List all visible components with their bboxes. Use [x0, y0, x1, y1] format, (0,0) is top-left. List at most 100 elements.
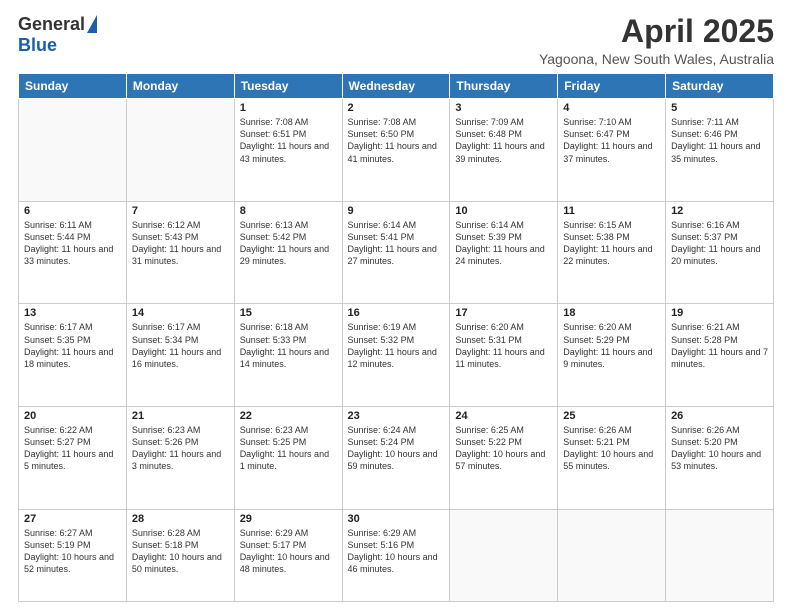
weekday-header-wednesday: Wednesday [342, 74, 450, 99]
day-number: 17 [455, 307, 552, 319]
weekday-header-sunday: Sunday [19, 74, 127, 99]
calendar-cell [666, 509, 774, 601]
month-title: April 2025 [539, 14, 774, 49]
logo-blue: Blue [18, 35, 57, 56]
week-row-1: 1Sunrise: 7:08 AM Sunset: 6:51 PM Daylig… [19, 99, 774, 202]
day-info: Sunrise: 7:08 AM Sunset: 6:50 PM Dayligh… [348, 116, 445, 165]
day-number: 4 [563, 102, 660, 114]
day-number: 8 [240, 205, 337, 217]
weekday-header-thursday: Thursday [450, 74, 558, 99]
calendar-cell: 8Sunrise: 6:13 AM Sunset: 5:42 PM Daylig… [234, 201, 342, 304]
day-info: Sunrise: 7:11 AM Sunset: 6:46 PM Dayligh… [671, 116, 768, 165]
weekday-header-saturday: Saturday [666, 74, 774, 99]
day-info: Sunrise: 6:24 AM Sunset: 5:24 PM Dayligh… [348, 424, 445, 473]
day-number: 16 [348, 307, 445, 319]
calendar: SundayMondayTuesdayWednesdayThursdayFrid… [18, 73, 774, 602]
weekday-header-row: SundayMondayTuesdayWednesdayThursdayFrid… [19, 74, 774, 99]
day-number: 24 [455, 410, 552, 422]
calendar-cell: 12 Sunrise: 6:16 AM Sunset: 5:37 PM Dayli… [666, 201, 774, 304]
week-row-5: 27 Sunrise: 6:27 AM Sunset: 5:19 PM Dayli… [19, 509, 774, 601]
calendar-cell: 3 Sunrise: 7:09 AM Sunset: 6:48 PM Daylig… [450, 99, 558, 202]
calendar-cell: 7Sunrise: 6:12 AM Sunset: 5:43 PM Daylig… [126, 201, 234, 304]
day-number: 7 [132, 205, 229, 217]
day-info: Sunrise: 6:15 AM Sunset: 5:38 PM Dayligh… [563, 219, 660, 268]
day-info: Sunrise: 6:29 AM Sunset: 5:16 PM Dayligh… [348, 527, 445, 576]
calendar-cell: 30Sunrise: 6:29 AM Sunset: 5:16 PM Dayli… [342, 509, 450, 601]
calendar-cell: 23 Sunrise: 6:24 AM Sunset: 5:24 PM Dayli… [342, 407, 450, 510]
calendar-cell: 29Sunrise: 6:29 AM Sunset: 5:17 PM Dayli… [234, 509, 342, 601]
day-info: Sunrise: 6:28 AM Sunset: 5:18 PM Dayligh… [132, 527, 229, 576]
week-row-3: 13 Sunrise: 6:17 AM Sunset: 5:35 PM Dayli… [19, 304, 774, 407]
day-number: 13 [24, 307, 121, 319]
calendar-cell: 18Sunrise: 6:20 AM Sunset: 5:29 PM Dayli… [558, 304, 666, 407]
logo-triangle-icon [87, 15, 97, 33]
calendar-cell: 16 Sunrise: 6:19 AM Sunset: 5:32 PM Dayli… [342, 304, 450, 407]
day-number: 6 [24, 205, 121, 217]
day-info: Sunrise: 7:10 AM Sunset: 6:47 PM Dayligh… [563, 116, 660, 165]
page: General Blue April 2025 Yagoona, New Sou… [0, 0, 792, 612]
day-info: Sunrise: 7:09 AM Sunset: 6:48 PM Dayligh… [455, 116, 552, 165]
calendar-cell: 9Sunrise: 6:14 AM Sunset: 5:41 PM Daylig… [342, 201, 450, 304]
calendar-cell: 1Sunrise: 7:08 AM Sunset: 6:51 PM Daylig… [234, 99, 342, 202]
calendar-cell: 25 Sunrise: 6:26 AM Sunset: 5:21 PM Dayli… [558, 407, 666, 510]
calendar-cell [558, 509, 666, 601]
day-info: Sunrise: 6:26 AM Sunset: 5:21 PM Dayligh… [563, 424, 660, 473]
day-number: 22 [240, 410, 337, 422]
calendar-cell: 13 Sunrise: 6:17 AM Sunset: 5:35 PM Dayli… [19, 304, 127, 407]
day-info: Sunrise: 6:11 AM Sunset: 5:44 PM Dayligh… [24, 219, 121, 268]
day-info: Sunrise: 6:18 AM Sunset: 5:33 PM Dayligh… [240, 321, 337, 370]
calendar-cell [126, 99, 234, 202]
day-number: 12 [671, 205, 768, 217]
day-info: Sunrise: 6:14 AM Sunset: 5:41 PM Dayligh… [348, 219, 445, 268]
day-number: 23 [348, 410, 445, 422]
day-info: Sunrise: 6:16 AM Sunset: 5:37 PM Dayligh… [671, 219, 768, 268]
day-info: Sunrise: 6:27 AM Sunset: 5:19 PM Dayligh… [24, 527, 121, 576]
weekday-header-monday: Monday [126, 74, 234, 99]
week-row-4: 20 Sunrise: 6:22 AM Sunset: 5:27 PM Dayli… [19, 407, 774, 510]
day-info: Sunrise: 6:23 AM Sunset: 5:25 PM Dayligh… [240, 424, 337, 473]
day-number: 25 [563, 410, 660, 422]
day-info: Sunrise: 6:20 AM Sunset: 5:31 PM Dayligh… [455, 321, 552, 370]
location-title: Yagoona, New South Wales, Australia [539, 51, 774, 67]
day-number: 3 [455, 102, 552, 114]
week-row-2: 6 Sunrise: 6:11 AM Sunset: 5:44 PM Daylig… [19, 201, 774, 304]
day-number: 15 [240, 307, 337, 319]
top-header: General Blue April 2025 Yagoona, New Sou… [18, 14, 774, 67]
day-number: 28 [132, 513, 229, 525]
calendar-cell: 26Sunrise: 6:26 AM Sunset: 5:20 PM Dayli… [666, 407, 774, 510]
day-number: 20 [24, 410, 121, 422]
calendar-cell: 28 Sunrise: 6:28 AM Sunset: 5:18 PM Dayli… [126, 509, 234, 601]
day-info: Sunrise: 7:08 AM Sunset: 6:51 PM Dayligh… [240, 116, 337, 165]
day-info: Sunrise: 6:19 AM Sunset: 5:32 PM Dayligh… [348, 321, 445, 370]
logo-general: General [18, 14, 85, 35]
calendar-cell: 15 Sunrise: 6:18 AM Sunset: 5:33 PM Dayli… [234, 304, 342, 407]
title-block: April 2025 Yagoona, New South Wales, Aus… [539, 14, 774, 67]
day-info: Sunrise: 6:14 AM Sunset: 5:39 PM Dayligh… [455, 219, 552, 268]
day-info: Sunrise: 6:17 AM Sunset: 5:35 PM Dayligh… [24, 321, 121, 370]
calendar-cell: 19Sunrise: 6:21 AM Sunset: 5:28 PM Dayli… [666, 304, 774, 407]
day-number: 27 [24, 513, 121, 525]
logo: General Blue [18, 14, 97, 56]
day-number: 2 [348, 102, 445, 114]
day-info: Sunrise: 6:20 AM Sunset: 5:29 PM Dayligh… [563, 321, 660, 370]
calendar-cell: 17 Sunrise: 6:20 AM Sunset: 5:31 PM Dayli… [450, 304, 558, 407]
day-info: Sunrise: 6:22 AM Sunset: 5:27 PM Dayligh… [24, 424, 121, 473]
calendar-cell: 22 Sunrise: 6:23 AM Sunset: 5:25 PM Dayli… [234, 407, 342, 510]
calendar-cell: 21Sunrise: 6:23 AM Sunset: 5:26 PM Dayli… [126, 407, 234, 510]
day-number: 5 [671, 102, 768, 114]
calendar-cell [19, 99, 127, 202]
day-info: Sunrise: 6:26 AM Sunset: 5:20 PM Dayligh… [671, 424, 768, 473]
day-number: 10 [455, 205, 552, 217]
day-number: 29 [240, 513, 337, 525]
day-number: 14 [132, 307, 229, 319]
calendar-cell: 10 Sunrise: 6:14 AM Sunset: 5:39 PM Dayli… [450, 201, 558, 304]
logo-text: General [18, 14, 97, 35]
day-info: Sunrise: 6:17 AM Sunset: 5:34 PM Dayligh… [132, 321, 229, 370]
calendar-cell: 11 Sunrise: 6:15 AM Sunset: 5:38 PM Dayli… [558, 201, 666, 304]
day-info: Sunrise: 6:21 AM Sunset: 5:28 PM Dayligh… [671, 321, 768, 370]
day-number: 21 [132, 410, 229, 422]
weekday-header-friday: Friday [558, 74, 666, 99]
calendar-cell: 20 Sunrise: 6:22 AM Sunset: 5:27 PM Dayli… [19, 407, 127, 510]
calendar-cell: 5 Sunrise: 7:11 AM Sunset: 6:46 PM Daylig… [666, 99, 774, 202]
day-number: 11 [563, 205, 660, 217]
